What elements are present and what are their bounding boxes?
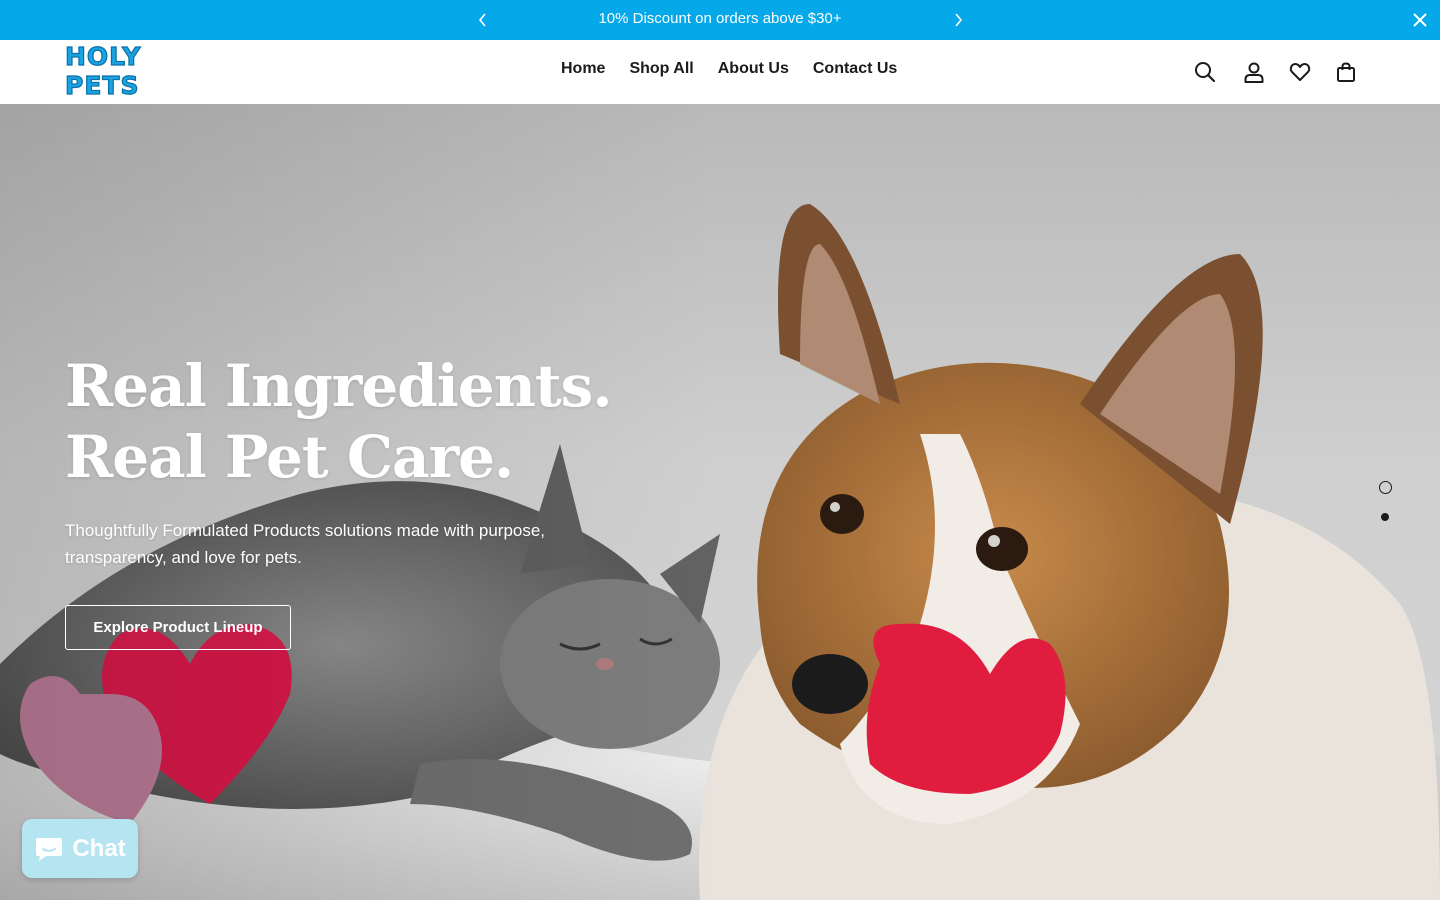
chat-widget-button[interactable]: Chat xyxy=(22,819,138,878)
search-button[interactable] xyxy=(1191,58,1219,86)
search-icon xyxy=(1195,62,1216,83)
nav-item-contact-us[interactable]: Contact Us xyxy=(813,60,897,78)
chevron-right-icon xyxy=(955,13,963,27)
heart-icon xyxy=(1289,63,1311,81)
hero-subtitle: Thoughtfully Formulated Products solutio… xyxy=(65,517,585,571)
logo-text: HOLY PETS xyxy=(64,41,142,100)
nav-item-shop-all[interactable]: Shop All xyxy=(629,60,693,78)
explore-product-lineup-button[interactable]: Explore Product Lineup xyxy=(65,605,291,650)
hero-image-cat-and-corgi xyxy=(0,104,1440,900)
close-icon xyxy=(1413,13,1427,27)
announcement-text: 10% Discount on orders above $30+ xyxy=(598,10,842,27)
logo[interactable]: HOLY PETS xyxy=(64,41,213,100)
nav-item-home[interactable]: Home xyxy=(561,60,605,78)
hero-headline-line-1: Real Ingredients. xyxy=(65,352,613,420)
slide-dot-2[interactable] xyxy=(1378,510,1392,524)
chat-label: Chat xyxy=(72,834,126,862)
account-icon xyxy=(1244,62,1264,83)
announcement-next-button[interactable] xyxy=(946,8,970,32)
hero-headline-line-2: Real Pet Care. xyxy=(65,423,514,491)
shopping-bag-icon xyxy=(1337,62,1355,82)
site-header: HOLY PETS Home Shop All About Us Contact… xyxy=(0,40,1440,104)
slide-dot-1[interactable] xyxy=(1378,480,1392,494)
nav-item-about-us[interactable]: About Us xyxy=(718,60,789,78)
main-nav: Home Shop All About Us Contact Us xyxy=(561,60,897,78)
announcement-bar: 10% Discount on orders above $30+ xyxy=(0,0,1440,40)
hero-subtitle-line-1: Thoughtfully Formulated Products solutio… xyxy=(65,521,546,540)
cart-button[interactable] xyxy=(1332,58,1360,86)
chat-bubble-icon xyxy=(36,837,63,861)
announcement-close-button[interactable] xyxy=(1408,8,1432,32)
hero-banner: Real Ingredients. Real Pet Care. Thought… xyxy=(0,104,1440,900)
account-button[interactable] xyxy=(1240,58,1268,86)
hero-subtitle-line-2: transparency, and love for pets. xyxy=(65,548,302,567)
wishlist-button[interactable] xyxy=(1286,58,1314,86)
hero-headline: Real Ingredients. Real Pet Care. xyxy=(65,351,613,493)
